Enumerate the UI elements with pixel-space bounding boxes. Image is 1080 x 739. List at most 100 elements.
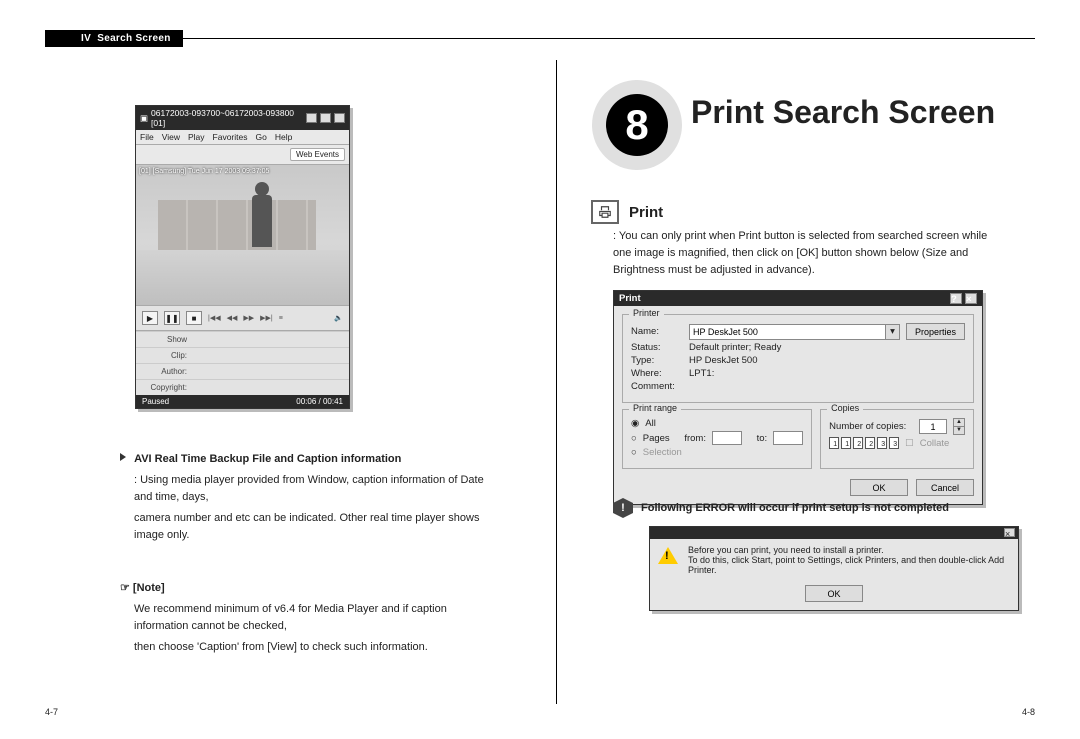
mp-video-area: [01] [Samsung] Tue Jun 17 2003 09:37:05 [136,165,349,305]
where-value: LPT1: [689,368,714,379]
mp-toolbar: Web Events [136,145,349,165]
mp-copyright-label: Copyright: [136,380,192,395]
print-dialog: Print ? × Printer Name: ▾ Properties Sta… [613,290,983,505]
avi-body-line2: camera number and etc can be indicated. … [134,510,489,544]
mp-menu-file[interactable]: File [140,132,154,142]
to-input[interactable] [773,431,803,445]
stop-icon[interactable]: ■ [186,311,202,325]
printer-name-combo[interactable] [689,324,886,340]
status-value: Default printer; Ready [689,342,781,353]
mp-menubar: File View Play Favorites Go Help [136,130,349,145]
mp-menu-go[interactable]: Go [256,132,267,142]
mp-info-panel: Show Clip: Author: Copyright: [136,331,349,395]
type-label: Type: [631,355,683,366]
mp-titlebar: ▣ 06172003-093700~06172003-093800 [01] [136,106,349,130]
pause-icon[interactable]: ❚❚ [164,311,180,325]
spinner-icon[interactable]: ▲ ▼ [953,418,965,435]
comment-label: Comment: [631,381,683,392]
maximize-icon[interactable] [320,113,331,123]
mp-menu-view[interactable]: View [162,132,180,142]
mp-status-time: 00:06 / 00:41 [296,397,343,406]
cancel-button[interactable]: Cancel [916,479,974,496]
mp-caption-overlay: [01] [Samsung] Tue Jun 17 2003 09:37:05 [139,168,269,175]
collate-checkbox[interactable]: ☐ [905,438,914,449]
mp-menu-favorites[interactable]: Favorites [213,132,248,142]
header-chapter-label: Search Screen [97,33,170,44]
print-body-line3: Brightness must be adjusted in advance). [613,262,995,279]
copies-legend: Copies [827,403,863,413]
print-dialog-titlebar: Print ? × [614,291,982,306]
alert-triangle-icon [658,547,678,564]
forward-icon[interactable]: ▶▶ [243,314,254,322]
collate-label: Collate [920,438,950,449]
mp-menu-help[interactable]: Help [275,132,292,142]
properties-button[interactable]: Properties [906,323,965,340]
from-input[interactable] [712,431,742,445]
page-number-left: 4-7 [45,707,58,717]
from-label: from: [684,433,706,444]
pages-label: Pages [643,433,670,444]
radio-all[interactable]: ◉ [631,418,639,429]
note-line2: then choose 'Caption' from [View] to che… [134,639,489,656]
avi-body-line1: : Using media player provided from Windo… [134,472,489,506]
chapter-circle: 8 [592,80,682,170]
skip-back-icon[interactable]: |◀◀ [208,314,221,322]
printer-legend: Printer [629,308,664,318]
all-label: All [645,418,656,429]
print-body-line2: one image is magnified, then click on [O… [613,245,995,262]
type-value: HP DeskJet 500 [689,355,757,366]
warning-text: Following ERROR will occur if print setu… [641,502,949,514]
help-icon[interactable]: ? [950,293,962,304]
mp-webevents-link[interactable]: Web Events [290,148,345,161]
header-chapter-tag: IV Search Screen [45,30,183,47]
printer-group: Printer Name: ▾ Properties Status: Defau… [622,314,974,403]
error-line2: To do this, click Start, point to Settin… [688,555,1010,575]
mp-controls: ▶ ❚❚ ■ |◀◀ ◀◀ ▶▶ ▶▶| ≡ 🔈 [136,305,349,331]
radio-selection[interactable]: ○ [631,447,637,458]
mp-title-text: 06172003-093700~06172003-093800 [01] [151,108,303,128]
status-label: Status: [631,342,683,353]
bullet-arrow-icon [120,453,126,461]
chapter-number: 8 [606,94,668,156]
mp-app-icon: ▣ [140,113,148,124]
selection-label: Selection [643,447,682,458]
page-left: ▣ 06172003-093700~06172003-093800 [01] F… [65,60,544,704]
name-label: Name: [631,326,683,337]
print-heading-row: Print [591,200,663,224]
rewind-icon[interactable]: ◀◀ [227,314,238,322]
copies-group: Copies Number of copies: ▲ ▼ [820,409,974,469]
where-label: Where: [631,368,683,379]
media-player-window: ▣ 06172003-093700~06172003-093800 [01] F… [135,105,350,409]
mp-author-label: Author: [136,364,192,379]
close-icon[interactable]: × [965,293,977,304]
header-bar: IV Search Screen [45,30,1035,47]
note-label: [Note] [120,582,165,594]
print-dialog-title: Print [619,293,641,304]
close-icon[interactable]: × [1004,528,1015,537]
page-number-right: 4-8 [1022,707,1035,717]
numcopies-label: Number of copies: [829,421,906,432]
playlist-icon[interactable]: ≡ [279,315,283,322]
print-body: : You can only print when Print button i… [613,228,995,279]
play-icon[interactable]: ▶ [142,311,158,325]
minimize-icon[interactable] [306,113,317,123]
left-body: AVI Real Time Backup File and Caption in… [120,451,489,656]
printer-icon [591,200,619,224]
error-dialog: × Before you can print, you need to inst… [649,526,1019,611]
mp-clip-label: Clip: [136,348,192,363]
note-line1: We recommend minimum of v6.4 for Media P… [134,601,489,635]
copies-input[interactable] [919,419,947,434]
error-ok-button[interactable]: OK [805,585,863,602]
mp-video-person [252,195,272,247]
print-body-line1: : You can only print when Print button i… [613,228,995,245]
skip-fwd-icon[interactable]: ▶▶| [260,314,273,322]
ok-button[interactable]: OK [850,479,908,496]
volume-icon[interactable]: 🔈 [334,314,343,322]
mp-show-label: Show [136,332,192,347]
error-dialog-titlebar: × [650,527,1018,539]
mp-menu-play[interactable]: Play [188,132,205,142]
chevron-down-icon[interactable]: ▾ [886,324,900,340]
radio-pages[interactable]: ○ [631,433,637,444]
warning-icon: ! [613,498,633,518]
close-icon[interactable] [334,113,345,123]
